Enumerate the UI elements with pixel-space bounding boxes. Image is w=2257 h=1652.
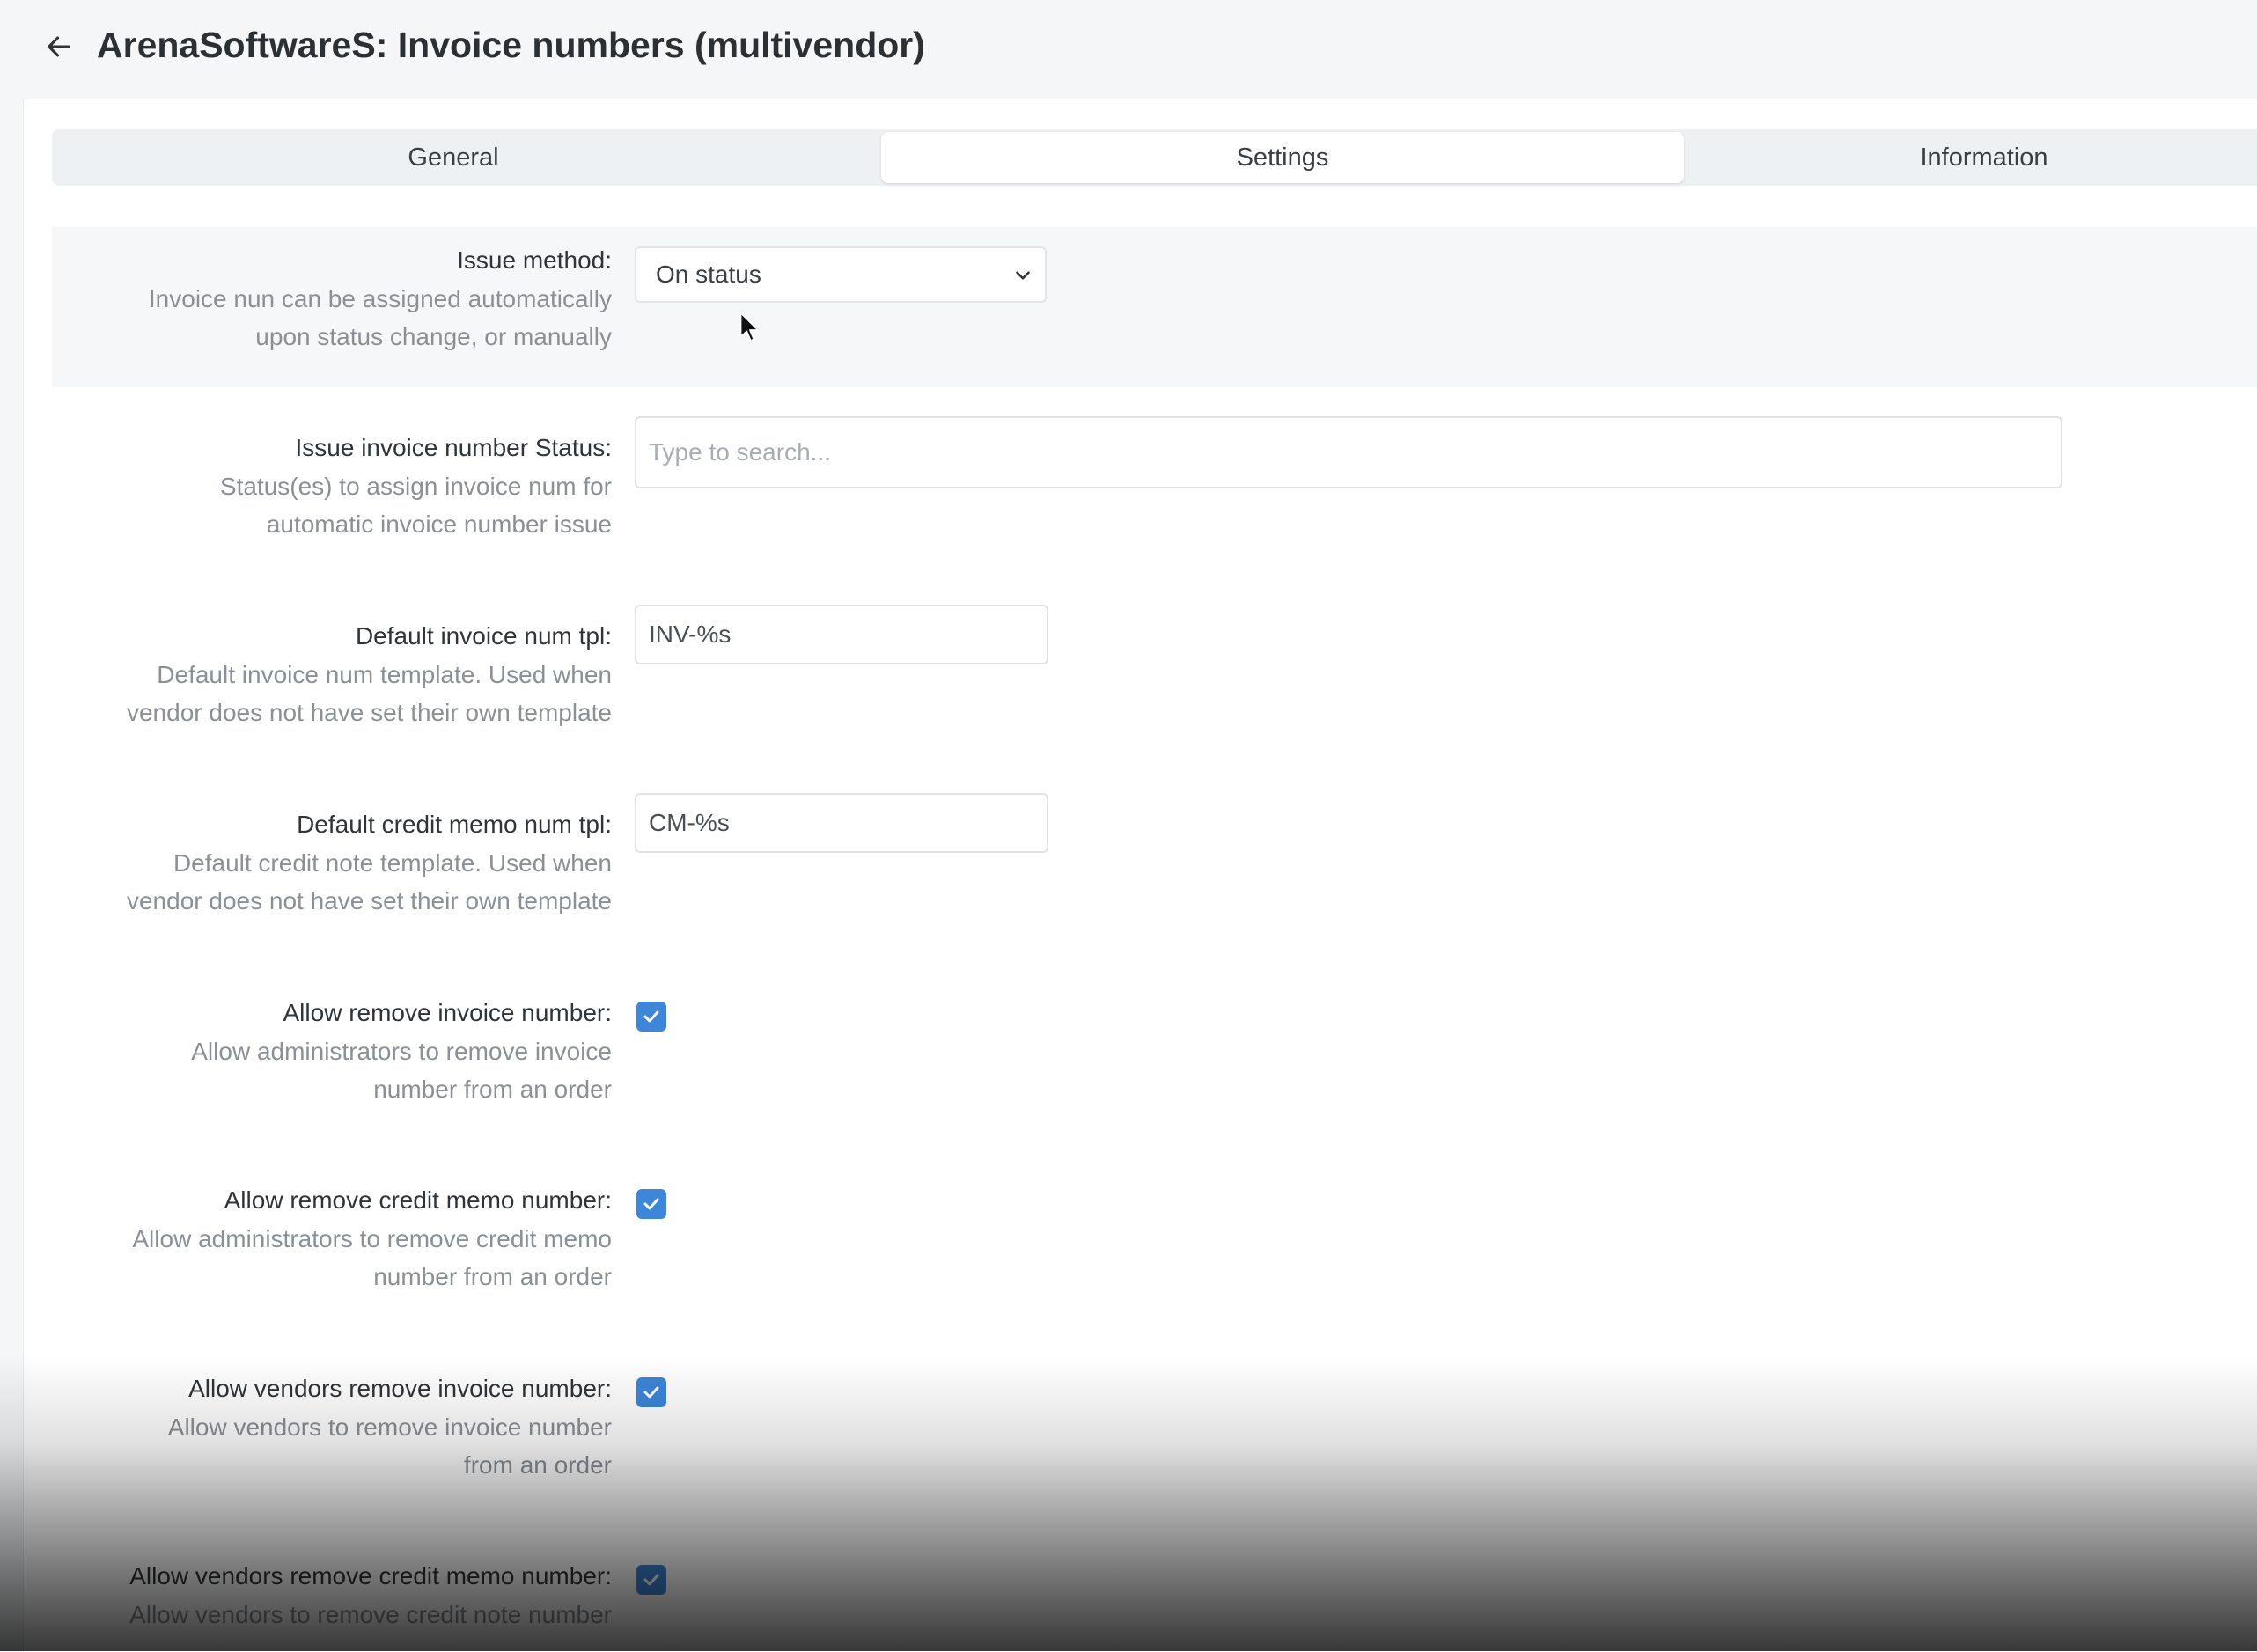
tab-general[interactable]: General (52, 129, 855, 186)
issue-status-desc-line1: Status(es) to assign invoice num for (219, 473, 612, 500)
allow-vendors-remove-invoice-desc-line2: from an order (463, 1451, 612, 1479)
checkmark-icon (643, 1198, 659, 1210)
arrow-left-icon (48, 36, 70, 57)
invoice-tpl-desc-line2: vendor does not have set their own templ… (126, 699, 612, 726)
allow-remove-credit-label: Allow remove credit memo number: (224, 1186, 612, 1214)
tab-bar: General Settings Information (52, 129, 2257, 186)
allow-vendors-remove-credit-description: Allow vendors to remove credit note numb… (48, 1596, 612, 1634)
credit-tpl-desc-line2: vendor does not have set their own templ… (126, 887, 612, 914)
issue-status-search-input[interactable] (635, 416, 2062, 488)
allow-remove-invoice-desc-line2: number from an order (373, 1076, 612, 1103)
page-title: ArenaSoftwareS: Invoice numbers (multive… (97, 25, 925, 65)
page-header: ArenaSoftwareS: Invoice numbers (multive… (0, 0, 2257, 99)
invoice-tpl-row: Default invoice num tpl: Default invoice… (52, 605, 2257, 745)
tab-information[interactable]: Information (1710, 129, 2257, 186)
invoice-tpl-input[interactable] (635, 605, 1048, 664)
allow-remove-credit-desc-line2: number from an order (373, 1263, 612, 1290)
allow-vendors-remove-invoice-description: Allow vendors to remove invoice number f… (48, 1408, 612, 1484)
issue-method-row: Issue method: Invoice nun can be assigne… (52, 227, 2257, 387)
chevron-down-icon (1016, 271, 1030, 280)
credit-tpl-label: Default credit memo num tpl: (297, 811, 612, 838)
credit-tpl-row: Default credit memo num tpl: Default cre… (52, 793, 2257, 934)
allow-remove-invoice-label: Allow remove invoice number: (283, 999, 613, 1026)
credit-tpl-description: Default credit note template. Used when … (48, 844, 612, 920)
mouse-pointer-icon (739, 312, 759, 341)
issue-status-label: Issue invoice number Status: (295, 434, 612, 461)
allow-remove-invoice-checkbox[interactable] (636, 1002, 666, 1032)
invoice-tpl-description: Default invoice num template. Used when … (48, 656, 612, 731)
allow-remove-credit-description: Allow administrators to remove credit me… (48, 1220, 612, 1296)
allow-vendors-remove-invoice-checkbox[interactable] (636, 1377, 666, 1407)
checkmark-icon (643, 1010, 659, 1023)
allow-vendors-remove-invoice-row: Allow vendors remove invoice number: All… (52, 1355, 2257, 1496)
allow-remove-invoice-description: Allow administrators to remove invoice n… (48, 1032, 612, 1108)
allow-remove-credit-desc-line1: Allow administrators to remove credit me… (132, 1225, 612, 1252)
allow-vendors-remove-credit-desc-line1: Allow vendors to remove credit note numb… (129, 1601, 612, 1628)
back-button[interactable] (39, 26, 79, 67)
allow-remove-credit-checkbox[interactable] (636, 1189, 666, 1219)
issue-status-row: Issue invoice number Status: Status(es) … (52, 416, 2257, 557)
issue-method-value: On status (656, 261, 761, 288)
issue-method-description: Invoice nun can be assigned automaticall… (48, 280, 612, 356)
allow-vendors-remove-credit-row: Allow vendors remove credit memo number:… (52, 1543, 2257, 1652)
checkmark-icon (643, 1574, 659, 1586)
allow-vendors-remove-credit-checkbox[interactable] (636, 1565, 666, 1595)
allow-remove-credit-row: Allow remove credit memo number: Allow a… (52, 1167, 2257, 1308)
credit-tpl-desc-line1: Default credit note template. Used when (173, 849, 612, 877)
issue-method-desc-line2: upon status change, or manually (255, 323, 612, 350)
issue-status-description: Status(es) to assign invoice num for aut… (48, 467, 612, 543)
issue-method-select[interactable]: On status (635, 246, 1047, 303)
invoice-tpl-label: Default invoice num tpl: (355, 622, 612, 650)
credit-tpl-input[interactable] (635, 793, 1048, 853)
issue-method-desc-line1: Invoice nun can be assigned automaticall… (148, 285, 612, 312)
allow-remove-invoice-desc-line1: Allow administrators to remove invoice (191, 1038, 612, 1065)
invoice-tpl-desc-line1: Default invoice num template. Used when (157, 661, 612, 688)
issue-status-desc-line2: automatic invoice number issue (266, 510, 612, 538)
tab-settings[interactable]: Settings (881, 132, 1684, 183)
allow-remove-invoice-row: Allow remove invoice number: Allow admin… (52, 980, 2257, 1120)
allow-vendors-remove-invoice-desc-line1: Allow vendors to remove invoice number (167, 1413, 612, 1441)
allow-vendors-remove-credit-label: Allow vendors remove credit memo number: (129, 1562, 612, 1590)
checkmark-icon (643, 1386, 659, 1399)
issue-method-label: Issue method: (457, 246, 612, 274)
settings-panel: General Settings Information Issue metho… (23, 99, 2257, 1652)
allow-vendors-remove-invoice-label: Allow vendors remove invoice number: (188, 1375, 612, 1402)
